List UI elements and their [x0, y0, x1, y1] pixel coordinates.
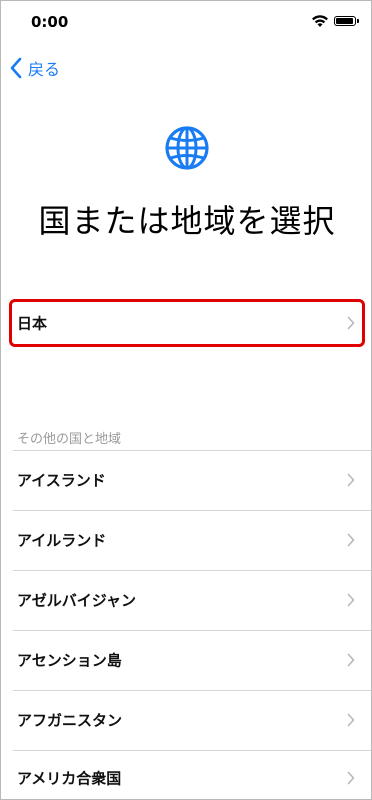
status-time: 0:00 — [31, 13, 69, 31]
list-item[interactable]: アメリカ合衆国 — [1, 749, 371, 799]
chevron-right-icon — [347, 713, 355, 727]
phone-screen: 0:00 戻る 国または地域を選択 日本 その他の国と地域 アイスランド アイル… — [0, 0, 372, 800]
list-item[interactable]: アゼルバイジャン — [1, 571, 371, 629]
list-item[interactable]: アイスランド — [1, 451, 371, 509]
back-button[interactable]: 戻る — [9, 56, 60, 80]
region-label: アフガニスタン — [17, 711, 123, 730]
chevron-right-icon — [347, 473, 355, 487]
region-label: アセンション島 — [17, 651, 122, 670]
region-label: アメリカ合衆国 — [17, 769, 122, 788]
wifi-icon — [312, 15, 328, 27]
list-item[interactable]: アセンション島 — [1, 631, 371, 689]
region-label: アイルランド — [17, 531, 107, 550]
globe-icon — [165, 126, 209, 170]
chevron-right-icon — [347, 771, 355, 785]
region-label: アイスランド — [17, 471, 106, 490]
back-label: 戻る — [28, 60, 61, 79]
chevron-right-icon — [347, 533, 355, 547]
chevron-left-icon — [10, 57, 22, 79]
chevron-right-icon — [347, 593, 355, 607]
page-title: 国または地域を選択 — [38, 202, 336, 240]
region-label: アゼルバイジャン — [17, 591, 136, 610]
chevron-right-icon — [347, 653, 355, 667]
list-item[interactable]: アイルランド — [1, 511, 371, 569]
section-header: その他の国と地域 — [17, 432, 122, 447]
battery-icon — [334, 16, 359, 26]
selection-highlight — [9, 299, 365, 347]
list-item[interactable]: アフガニスタン — [1, 691, 371, 749]
